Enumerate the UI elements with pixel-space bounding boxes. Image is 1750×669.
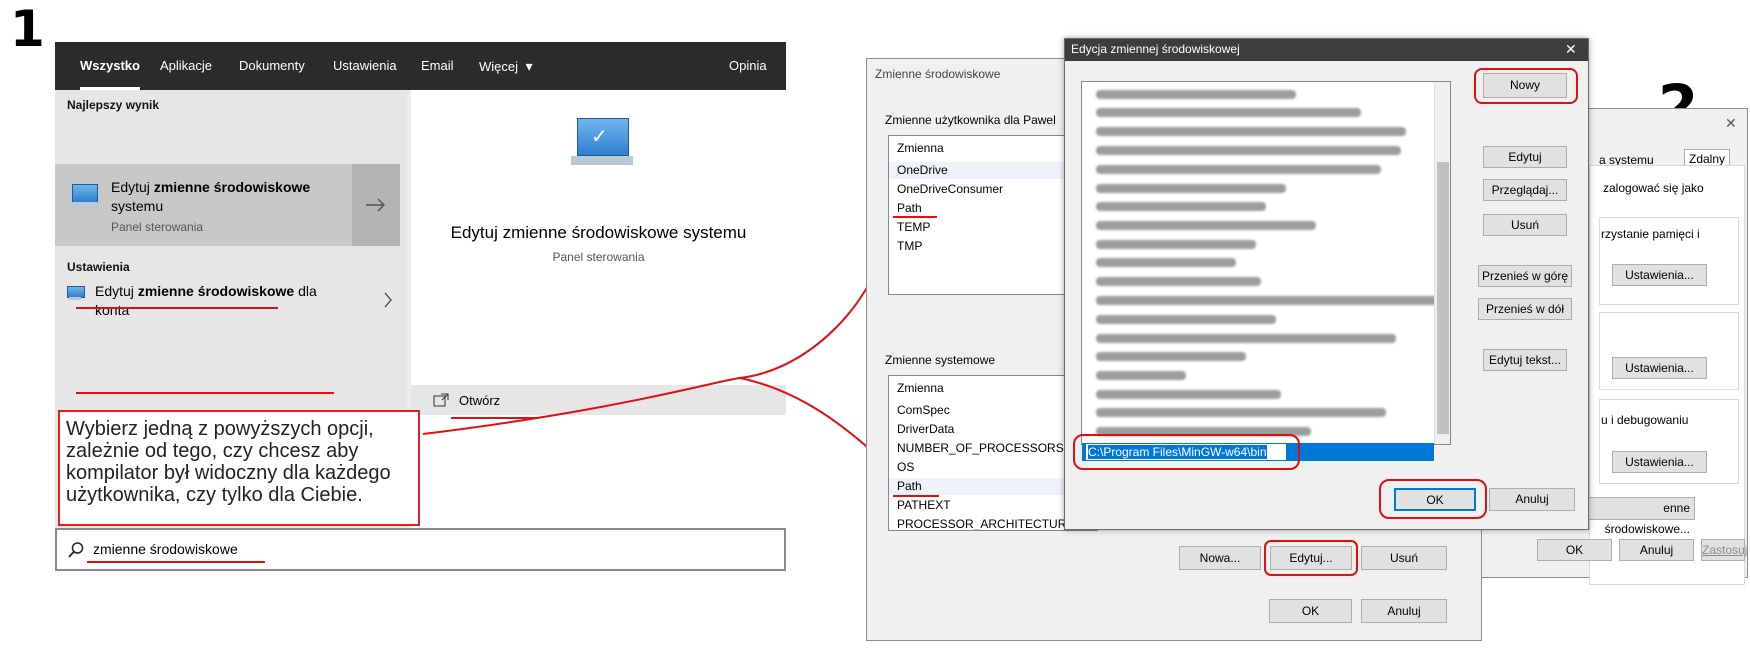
move-up-button[interactable]: Przenieś w górę	[1478, 265, 1572, 287]
list-item	[1096, 277, 1261, 286]
close-icon[interactable]: ✕	[1725, 115, 1737, 132]
list-item	[1096, 315, 1276, 324]
scrollbar-thumb[interactable]	[1437, 162, 1449, 434]
cancel-button[interactable]: Anuluj	[1361, 599, 1447, 623]
sysprops-text: rzystanie pamięci i	[1601, 227, 1700, 241]
ok-button[interactable]: OK	[1537, 539, 1612, 561]
dialog-title: Edycja zmiennej środowiskowej	[1071, 42, 1240, 56]
list-item[interactable]: OneDriveConsumer	[897, 181, 1003, 198]
list-item	[1096, 240, 1256, 249]
profiles-settings-button[interactable]: Ustawienia...	[1612, 357, 1707, 379]
delete-variable-button[interactable]: Usuń	[1361, 546, 1447, 570]
list-item	[1096, 127, 1406, 136]
browse-button[interactable]: Przeglądaj...	[1483, 179, 1567, 201]
column-header[interactable]: Zmienna	[897, 140, 944, 157]
list-item[interactable]: OneDrive	[897, 162, 948, 179]
annotation-box	[1474, 68, 1578, 104]
ok-button[interactable]: OK	[1269, 599, 1352, 623]
list-item	[1096, 352, 1246, 361]
list-item	[1096, 390, 1281, 399]
list-item[interactable]: TMP	[897, 238, 922, 255]
list-item[interactable]: PROCESSOR_ARCHITECTURE	[897, 516, 1074, 530]
list-item	[1096, 258, 1236, 267]
new-variable-button[interactable]: Nowa...	[1179, 546, 1261, 570]
list-item	[1096, 146, 1401, 155]
performance-settings-button[interactable]: Ustawienia...	[1612, 264, 1707, 286]
annotation-box	[1264, 540, 1358, 576]
list-item	[1096, 202, 1266, 211]
list-item[interactable]: Path	[897, 478, 922, 495]
cancel-button[interactable]: Anuluj	[1619, 539, 1694, 561]
annotation-underline	[893, 216, 937, 218]
annotation-box	[1379, 479, 1487, 519]
startup-settings-button[interactable]: Ustawienia...	[1612, 451, 1707, 473]
column-header[interactable]: Zmienna	[897, 380, 944, 397]
edit-text-button[interactable]: Edytuj tekst...	[1483, 349, 1567, 371]
move-down-button[interactable]: Przenieś w dół	[1478, 298, 1572, 320]
list-item[interactable]: OS	[897, 459, 914, 476]
list-item	[1096, 165, 1381, 174]
close-icon[interactable]: ✕	[1565, 41, 1577, 58]
list-item[interactable]: DriverData	[897, 421, 954, 438]
sysprops-text: zalogować się jako	[1603, 181, 1704, 195]
annotation-underline	[893, 495, 939, 497]
list-item[interactable]: TEMP	[897, 219, 930, 236]
cancel-button[interactable]: Anuluj	[1489, 488, 1575, 511]
list-item	[1096, 221, 1316, 230]
list-item	[1096, 184, 1286, 193]
path-entries-list[interactable]	[1081, 81, 1451, 445]
sysprops-text: u i debugowaniu	[1601, 413, 1689, 427]
annotation-box	[1073, 434, 1300, 470]
list-item	[1096, 108, 1361, 117]
list-item	[1096, 408, 1386, 417]
list-item[interactable]: Path	[897, 200, 922, 217]
edit-variable-dialog: Edycja zmiennej środowiskowej ✕ C:\Progr…	[1064, 38, 1589, 530]
environment-variables-button[interactable]: enne środowiskowe...	[1587, 497, 1695, 536]
scrollbar[interactable]	[1434, 82, 1450, 444]
delete-entry-button[interactable]: Usuń	[1483, 214, 1567, 236]
list-item	[1096, 90, 1296, 99]
list-item	[1096, 296, 1450, 305]
system-vars-heading: Zmienne systemowe	[885, 353, 996, 367]
list-item[interactable]: NUMBER_OF_PROCESSORS	[897, 440, 1064, 457]
list-item[interactable]: ComSpec	[897, 402, 950, 419]
list-item	[1096, 334, 1396, 343]
list-item	[1096, 371, 1186, 380]
apply-button[interactable]: Zastosuj	[1701, 539, 1747, 561]
edit-entry-button[interactable]: Edytuj	[1483, 146, 1567, 168]
user-vars-heading: Zmienne użytkownika dla Pawel	[885, 113, 1056, 127]
dialog-title: Zmienne środowiskowe	[875, 67, 1001, 81]
list-item[interactable]: PATHEXT	[897, 497, 951, 514]
